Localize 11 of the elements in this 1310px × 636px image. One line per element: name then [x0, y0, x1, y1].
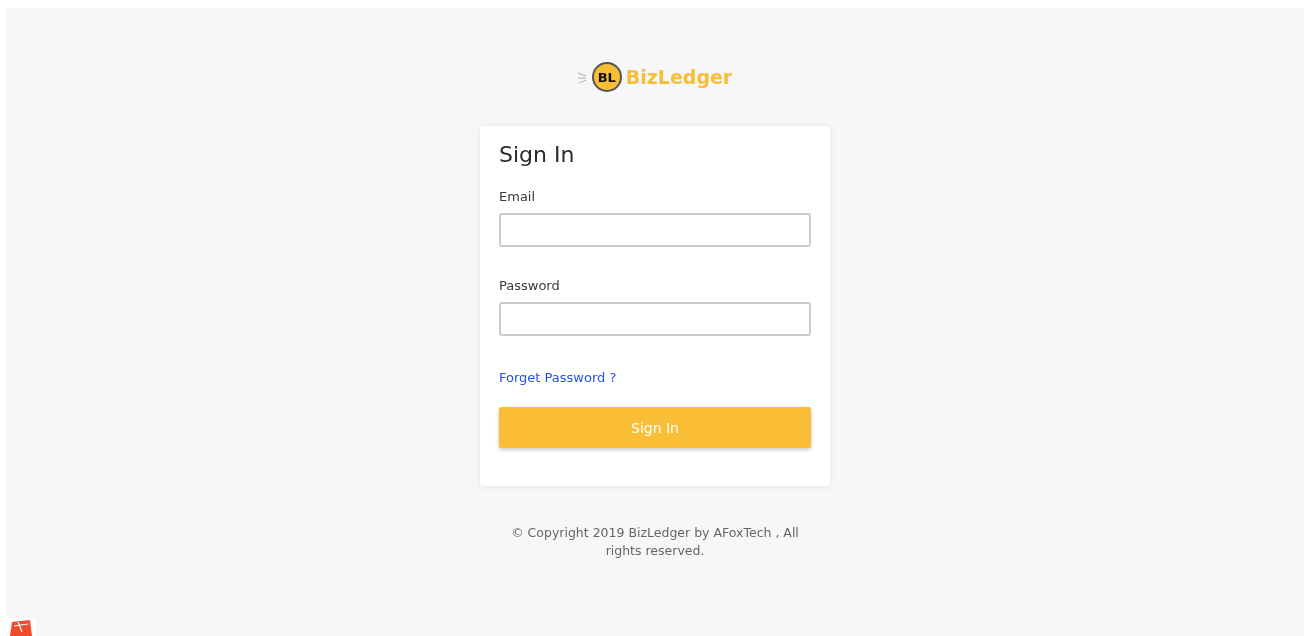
field-label: Password — [499, 278, 561, 293]
extension-icon[interactable] — [6, 618, 36, 636]
field-label: Email — [499, 189, 537, 204]
logo-name: BizLedger — [625, 66, 733, 88]
input-field[interactable] — [499, 213, 811, 247]
input-field[interactable] — [499, 302, 811, 336]
form-title: Sign In — [499, 142, 576, 167]
copyright-text: © Copyright 2019 BizLedger by AFoxTech , All rights reserved. — [510, 524, 800, 560]
sparkle-icon — [577, 69, 588, 85]
logo-badge: BL — [591, 62, 622, 92]
forget-password-link[interactable]: Forget Password ? — [499, 370, 617, 385]
